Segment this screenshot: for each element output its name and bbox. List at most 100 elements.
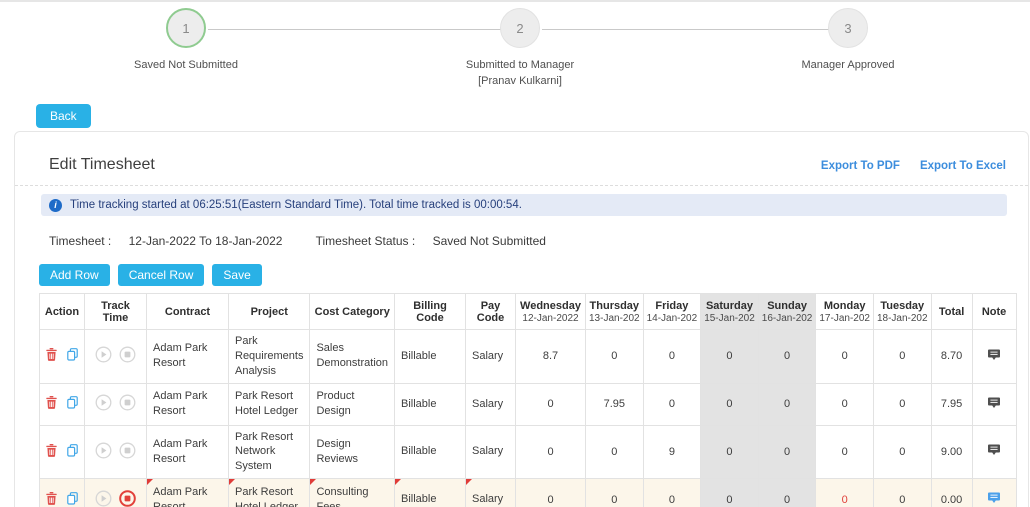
day-hours-cell[interactable]: 0 <box>642 382 702 426</box>
note-cell <box>971 424 1017 480</box>
column-header-action: Action <box>39 293 85 330</box>
day-hours-cell[interactable]: 0 <box>815 329 874 384</box>
pay-code-cell[interactable]: Salary <box>465 478 516 507</box>
day-hours-cell[interactable]: 0 <box>757 478 817 507</box>
play-timer-icon[interactable] <box>95 442 112 462</box>
save-button[interactable]: Save <box>212 264 262 286</box>
cost-category-cell[interactable]: Sales Demonstration <box>309 329 395 384</box>
column-header-cost-category: Cost Category <box>309 293 395 330</box>
contract-cell[interactable]: Adam Park Resort <box>146 478 229 507</box>
day-hours-cell[interactable]: 0 <box>700 424 759 480</box>
copy-row-icon[interactable] <box>66 348 78 364</box>
day-hours-cell[interactable]: 0 <box>757 424 817 480</box>
day-hours-cell[interactable]: 0 <box>757 329 817 384</box>
timesheet-status-value: Saved Not Submitted <box>432 234 546 248</box>
day-hours-cell[interactable]: 0 <box>585 424 644 480</box>
delete-row-icon[interactable] <box>46 348 58 364</box>
column-header-tuesday: Tuesday 18-Jan-202 <box>872 293 932 330</box>
timesheet-label: Timesheet : <box>49 234 112 248</box>
day-hours-cell[interactable]: 7.95 <box>585 382 644 426</box>
pay-code-cell[interactable]: Salary <box>465 382 516 426</box>
day-hours-cell[interactable]: 0 <box>515 382 586 426</box>
note-comment-icon[interactable] <box>988 492 1001 507</box>
note-comment-icon[interactable] <box>988 349 1001 364</box>
note-comment-icon[interactable] <box>988 444 1001 459</box>
copy-row-icon[interactable] <box>66 491 78 507</box>
total-cell: 9.00 <box>930 424 973 480</box>
day-hours-cell[interactable]: 0 <box>757 382 817 426</box>
day-hours-cell[interactable]: 0 <box>815 478 874 507</box>
action-cell <box>39 424 85 480</box>
contract-cell[interactable]: Adam Park Resort <box>146 329 229 384</box>
day-hours-cell[interactable]: 0 <box>872 329 932 384</box>
card-header <box>15 132 1028 186</box>
delete-row-icon[interactable] <box>46 396 58 412</box>
add-row-button[interactable]: Add Row <box>39 264 110 286</box>
day-hours-cell[interactable]: 0 <box>872 478 932 507</box>
contract-cell[interactable]: Adam Park Resort <box>146 424 229 480</box>
day-hours-cell[interactable]: 0 <box>585 478 644 507</box>
pay-code-cell[interactable]: Salary <box>465 424 516 480</box>
column-header-friday: Friday 14-Jan-202 <box>642 293 702 330</box>
step-number: 1 <box>182 20 190 36</box>
delete-row-icon[interactable] <box>46 443 58 460</box>
cancel-row-button[interactable]: Cancel Row <box>117 264 205 286</box>
day-hours-cell[interactable]: 8.7 <box>515 329 586 384</box>
row-toolbar: Add Row Cancel Row Save <box>39 264 262 286</box>
day-hours-cell[interactable]: 0 <box>700 478 759 507</box>
day-hours-cell[interactable]: 0 <box>585 329 644 384</box>
column-header-thursday: Thursday 13-Jan-202 <box>585 293 644 330</box>
stop-timer-icon[interactable] <box>119 442 136 462</box>
day-hours-cell[interactable]: 0 <box>642 478 702 507</box>
track-time-cell <box>84 382 147 426</box>
timesheet-period: 12-Jan-2022 To 18-Jan-2022 <box>128 234 283 248</box>
project-cell[interactable]: Park Resort Hotel Ledger <box>227 478 311 507</box>
project-cell[interactable]: Park Requirements Analysis <box>227 329 311 384</box>
cost-category-cell[interactable]: Consulting Fees <box>309 478 395 507</box>
page-title: Edit Timesheet <box>49 156 155 173</box>
export-excel-link[interactable]: Export To Excel <box>920 160 1006 172</box>
day-hours-cell[interactable]: 0 <box>700 382 759 426</box>
copy-row-icon[interactable] <box>66 443 78 460</box>
total-cell: 7.95 <box>930 382 973 426</box>
timesheet-row: Adam Park Resort Park Resort Hotel Ledge… <box>39 382 1017 426</box>
delete-row-icon[interactable] <box>46 491 58 507</box>
step-circle-3: 3 <box>828 8 868 48</box>
day-hours-cell[interactable]: 0 <box>815 424 874 480</box>
stop-timer-icon[interactable] <box>119 489 136 507</box>
day-hours-cell[interactable]: 0 <box>700 329 759 384</box>
day-hours-cell[interactable]: 0 <box>515 424 586 480</box>
billing-code-cell[interactable]: Billable <box>394 478 466 507</box>
play-timer-icon[interactable] <box>95 490 112 507</box>
day-hours-cell[interactable]: 0 <box>815 382 874 426</box>
column-header-project: Project <box>227 293 311 330</box>
note-cell <box>971 478 1017 507</box>
cost-category-cell[interactable]: Product Design <box>309 382 395 426</box>
billing-code-cell[interactable]: Billable <box>394 424 466 480</box>
total-cell: 0.00 <box>930 478 973 507</box>
pay-code-cell[interactable]: Salary <box>465 329 516 384</box>
export-pdf-link[interactable]: Export To PDF <box>821 160 900 172</box>
project-cell[interactable]: Park Resort Network System <box>227 424 311 480</box>
step-label: Submitted to Manager [Pranav Kulkarni] <box>410 58 630 90</box>
step-number: 3 <box>844 20 852 36</box>
stop-timer-icon[interactable] <box>119 346 136 366</box>
copy-row-icon[interactable] <box>66 396 78 412</box>
day-hours-cell[interactable]: 0 <box>515 478 586 507</box>
cost-category-cell[interactable]: Design Reviews <box>309 424 395 480</box>
billing-code-cell[interactable]: Billable <box>394 329 466 384</box>
play-timer-icon[interactable] <box>95 394 112 414</box>
stop-timer-icon[interactable] <box>119 394 136 414</box>
back-button[interactable]: Back <box>36 104 91 128</box>
day-hours-cell[interactable]: 0 <box>872 382 932 426</box>
billing-code-cell[interactable]: Billable <box>394 382 466 426</box>
note-comment-icon[interactable] <box>988 397 1001 412</box>
day-hours-cell[interactable]: 0 <box>642 329 702 384</box>
day-hours-cell[interactable]: 9 <box>642 424 702 480</box>
day-hours-cell[interactable]: 0 <box>872 424 932 480</box>
step-saved-not-submitted: 1 Saved Not Submitted <box>76 6 296 74</box>
action-cell <box>39 478 85 507</box>
contract-cell[interactable]: Adam Park Resort <box>146 382 229 426</box>
project-cell[interactable]: Park Resort Hotel Ledger <box>227 382 311 426</box>
play-timer-icon[interactable] <box>95 346 112 366</box>
